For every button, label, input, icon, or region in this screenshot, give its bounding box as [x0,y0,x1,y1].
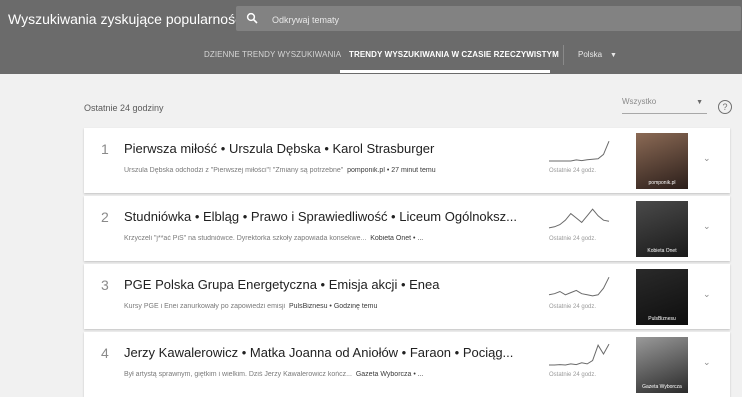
sparkline-label: Ostatnie 24 godz. [549,236,597,242]
trend-card[interactable]: 1 Pierwsza miłość • Urszula Dębska • Karo… [84,128,730,193]
trend-sparkline [549,343,610,366]
trend-sparkline [548,208,610,229]
top-bar: Wyszukiwania zyskujące popularność [0,0,742,36]
thumbnail-caption: PulsBiznesu [648,316,676,322]
help-icon[interactable]: ? [718,100,732,114]
trend-snippet: Był artystą sprawnym, giętkim i wielkim.… [124,371,352,378]
trend-thumbnail[interactable]: Gazeta Wyborcza [636,337,688,393]
chevron-down-icon[interactable]: ⌄ [703,153,711,164]
trend-snippet: Urszula Dębska odchodzi z "Pierwszej mił… [124,167,344,174]
trend-thumbnail[interactable]: PulsBiznesu [636,269,688,325]
search-box[interactable] [236,6,741,31]
trend-snippet: Kursy PGE i Enei zanurkowały po zapowied… [124,303,286,310]
trend-rank: 1 [101,141,109,157]
tab-daily-trends[interactable]: DZIENNE TRENDY WYSZUKIWANIA [204,50,341,59]
trend-title[interactable]: Studniówka • Elbląg • Prawo i Sprawiedli… [124,209,544,224]
country-select[interactable]: Polska ▼ [578,50,617,59]
trend-card[interactable]: 2 Studniówka • Elbląg • Prawo i Sprawiedl… [84,196,730,261]
sparkline-label: Ostatnie 24 godz. [549,372,597,378]
search-icon[interactable] [246,12,258,24]
trend-sparkline [548,276,610,297]
trend-snippet-line: Kursy PGE i Enei zanurkowały po zapowied… [124,303,544,310]
triangle-down-icon: ▼ [696,99,703,106]
trend-title[interactable]: Jerzy Kawalerowicz • Matka Joanna od Ani… [124,345,544,360]
trend-source: PulsBiznesu • Godzinę temu [288,303,378,310]
sparkline-label: Ostatnie 24 godz. [549,304,597,310]
category-filter[interactable]: Wszystko ▼ [622,97,707,114]
period-label: Ostatnie 24 godziny [84,103,164,113]
trend-title[interactable]: PGE Polska Grupa Energetyczna • Emisja a… [124,277,544,292]
trend-title[interactable]: Pierwsza miłość • Urszula Dębska • Karol… [124,141,544,156]
tab-bar: DZIENNE TRENDY WYSZUKIWANIA TRENDY WYSZU… [0,36,742,74]
tab-divider [563,45,564,65]
sparkline-label: Ostatnie 24 godz. [549,168,597,174]
trend-source: Kobieta Onet • ... [370,235,424,242]
trend-card[interactable]: 4 Jerzy Kawalerowicz • Matka Joanna od An… [84,332,730,397]
trend-snippet-line: Urszula Dębska odchodzi z "Pierwszej mił… [124,167,544,174]
trend-rank: 2 [101,209,109,225]
trend-snippet: Krzyczeli "j**ać PiS" na studniówce. Dyr… [124,235,367,242]
trend-snippet-line: Krzyczeli "j**ać PiS" na studniówce. Dyr… [124,235,544,242]
tab-realtime-trends[interactable]: TRENDY WYSZUKIWANIA W CZASIE RZECZYWISTY… [349,50,559,59]
trend-sparkline [549,141,610,162]
thumbnail-caption: Gazeta Wyborcza [642,384,682,390]
active-tab-indicator [340,70,550,73]
chevron-down-icon[interactable]: ⌄ [703,221,711,232]
triangle-down-icon: ▼ [610,52,617,59]
trend-thumbnail[interactable]: pomponik.pl [636,133,688,189]
trend-card[interactable]: 3 PGE Polska Grupa Energetyczna • Emisja … [84,264,730,329]
chevron-down-icon[interactable]: ⌄ [703,357,711,368]
chevron-down-icon[interactable]: ⌄ [703,289,711,300]
thumbnail-caption: Kobieta Onet [647,248,677,254]
trend-thumbnail[interactable]: Kobieta Onet [636,201,688,257]
category-filter-value: Wszystko [622,97,657,106]
thumbnail-caption: pomponik.pl [648,180,676,186]
trend-rank: 4 [101,345,109,361]
trend-source: pomponik.pl • 27 minut temu [347,167,436,174]
trend-source: Gazeta Wyborcza • ... [355,371,424,378]
trend-snippet-line: Był artystą sprawnym, giętkim i wielkim.… [124,371,544,378]
search-input[interactable] [270,9,574,30]
country-value: Polska [578,50,603,59]
trend-rank: 3 [101,277,109,293]
app-title: Wyszukiwania zyskujące popularność [8,11,243,27]
